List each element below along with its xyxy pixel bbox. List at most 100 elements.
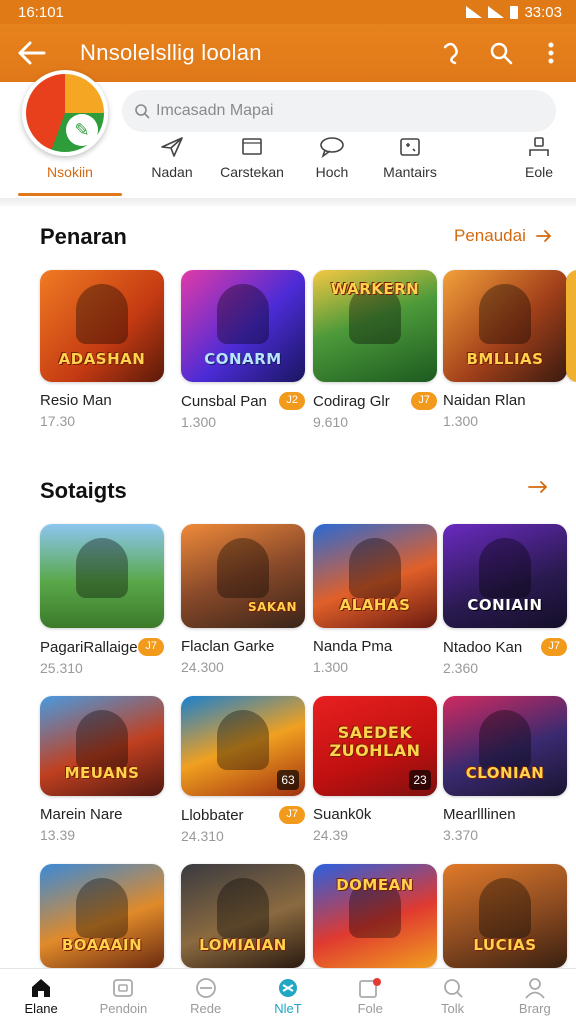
tab-label: Nsokiin	[47, 164, 93, 180]
game-art-text: SAKAN	[247, 600, 297, 614]
game-card[interactable]: BMLLIAS Naidan Rlan 1.300	[443, 270, 567, 429]
see-more-link[interactable]: Penaudai	[454, 226, 552, 246]
game-thumbnail: CONIAIN	[443, 524, 567, 628]
tab-label: Mantairs	[383, 164, 437, 180]
game-card[interactable]: SAKAN Flaclan Garke 24.300	[181, 524, 305, 675]
character-figure	[217, 284, 269, 344]
game-card[interactable]: 63 Llobbater J7 24.310	[181, 696, 305, 844]
game-art-text: LUCIAS	[473, 936, 537, 954]
search-icon	[441, 977, 465, 1001]
tab-label: Hoch	[315, 164, 349, 180]
game-thumbnail: ALAHAS	[313, 524, 437, 628]
tab-hoch[interactable]: Hoch	[302, 136, 362, 198]
app-bar: Nnsolelsllig loolan	[0, 24, 576, 82]
game-art-text: MEUANS	[64, 764, 140, 782]
game-card[interactable]: MEUANS Marein Nare 13.39	[40, 696, 164, 843]
tab-eole[interactable]: Eole	[512, 136, 566, 198]
nav-elane[interactable]: Elane	[0, 969, 82, 1024]
game-name: Suank0k	[313, 806, 372, 823]
tab-carstekan[interactable]: Carstekan	[216, 136, 288, 198]
game-card[interactable]: CONARM Cunsbal Pan J2 1.300	[181, 270, 305, 430]
character-figure	[479, 284, 531, 344]
game-thumbnail: LUCIAS	[443, 864, 567, 968]
game-count: 25.310	[40, 660, 83, 676]
game-badge: J7	[541, 638, 567, 656]
signal-icon	[488, 6, 505, 18]
game-card[interactable]: BOAAAIN	[40, 864, 164, 968]
more-vert-icon[interactable]	[526, 24, 576, 82]
nav-pendoin[interactable]: Pendoin	[82, 969, 164, 1024]
game-card[interactable]: ALAHAS Nanda Pma 1.300	[313, 524, 437, 675]
tab-nadan[interactable]: Nadan	[138, 136, 206, 198]
character-figure	[217, 710, 269, 770]
character-figure	[479, 878, 531, 938]
game-card[interactable]: CONIAIN Ntadoo Kan J7 2.360	[443, 524, 567, 676]
game-count: 13.39	[40, 827, 76, 843]
character-figure	[349, 538, 401, 598]
game-card[interactable]: WARKERN Codirag Glr J7 9.610	[313, 270, 437, 430]
game-icon	[276, 977, 300, 1001]
minus-circle-icon	[194, 977, 218, 1001]
game-corner-badge: 23	[409, 770, 431, 790]
game-card[interactable]: DOMEAN	[313, 864, 437, 968]
wifi-icon	[466, 6, 483, 18]
search-input[interactable]	[156, 102, 516, 120]
game-art-text: DOMEAN	[336, 876, 414, 894]
tab-mantairs[interactable]: Mantairs	[376, 136, 444, 198]
nav-rede[interactable]: Rede	[165, 969, 247, 1024]
divider	[0, 198, 576, 206]
game-count: 9.610	[313, 414, 349, 430]
section-title-sotaigts: Sotaigts	[40, 478, 127, 503]
game-count: 24.39	[313, 827, 349, 843]
game-card-partial[interactable]	[566, 270, 576, 382]
game-badge: J7	[279, 806, 305, 824]
game-art-text: LOMIAIAN	[199, 936, 287, 954]
game-name: Codirag Glr	[313, 392, 390, 410]
game-thumbnail: MEUANS	[40, 696, 164, 796]
character-figure	[76, 284, 128, 344]
game-thumbnail: BMLLIAS	[443, 270, 567, 382]
game-card[interactable]: ADASHAN Resio Man 17.30	[40, 270, 164, 429]
game-count: 1.300	[181, 414, 217, 430]
game-count: 3.370	[443, 827, 479, 843]
nav-nlet[interactable]: NleT	[247, 969, 329, 1024]
game-thumbnail: CLONIAN	[443, 696, 567, 796]
game-name: Flaclan Garke	[181, 638, 275, 655]
search-icon	[135, 104, 150, 119]
header-area: ✎ Nsokiin Nadan Carstekan Hoch	[0, 70, 576, 200]
section-title-penaran: Penaran	[40, 224, 127, 249]
nav-label: Rede	[190, 1001, 222, 1016]
game-card[interactable]: CLONIAN Mearlllinen 3.370	[443, 696, 567, 843]
game-card[interactable]: SAEDEK ZUOHLAN 23 Suank0k 24.39	[313, 696, 437, 843]
tab-label: Eole	[524, 164, 554, 180]
search-bar[interactable]	[122, 90, 556, 132]
square-icon	[111, 977, 135, 1001]
game-count: 24.310	[181, 828, 224, 844]
game-card[interactable]: LUCIAS	[443, 864, 567, 968]
nav-tolk[interactable]: Tolk	[411, 969, 493, 1024]
game-thumbnail: SAKAN	[181, 524, 305, 628]
game-thumbnail: 63	[181, 696, 305, 796]
character-figure	[217, 878, 269, 938]
tab-label: Carstekan	[220, 164, 284, 180]
nav-fole[interactable]: Fole	[329, 969, 411, 1024]
nav-label: Tolk	[440, 1001, 465, 1016]
see-more-arrow[interactable]	[528, 480, 548, 494]
search-icon[interactable]	[476, 24, 526, 82]
game-name: Naidan Rlan	[443, 392, 526, 409]
character-figure	[217, 538, 269, 598]
nav-label: Pendoin	[99, 1001, 148, 1016]
game-art-text: BOAAAIN	[61, 936, 143, 954]
game-name: Nanda Pma	[313, 638, 393, 655]
nav-label: NleT	[274, 1001, 302, 1016]
game-thumbnail	[566, 270, 576, 382]
game-card[interactable]: PagariRallaige J7 25.310	[40, 524, 164, 676]
loop-icon[interactable]	[426, 24, 476, 82]
nav-brarg[interactable]: Brarg	[494, 969, 576, 1024]
tab-nsokiin[interactable]: Nsokiin	[18, 136, 122, 198]
folder-icon	[241, 136, 263, 160]
game-count: 2.360	[443, 660, 479, 676]
game-art-text: CLONIAN	[465, 764, 545, 782]
game-thumbnail: SAEDEK ZUOHLAN 23	[313, 696, 437, 796]
game-card[interactable]: LOMIAIAN	[181, 864, 305, 968]
